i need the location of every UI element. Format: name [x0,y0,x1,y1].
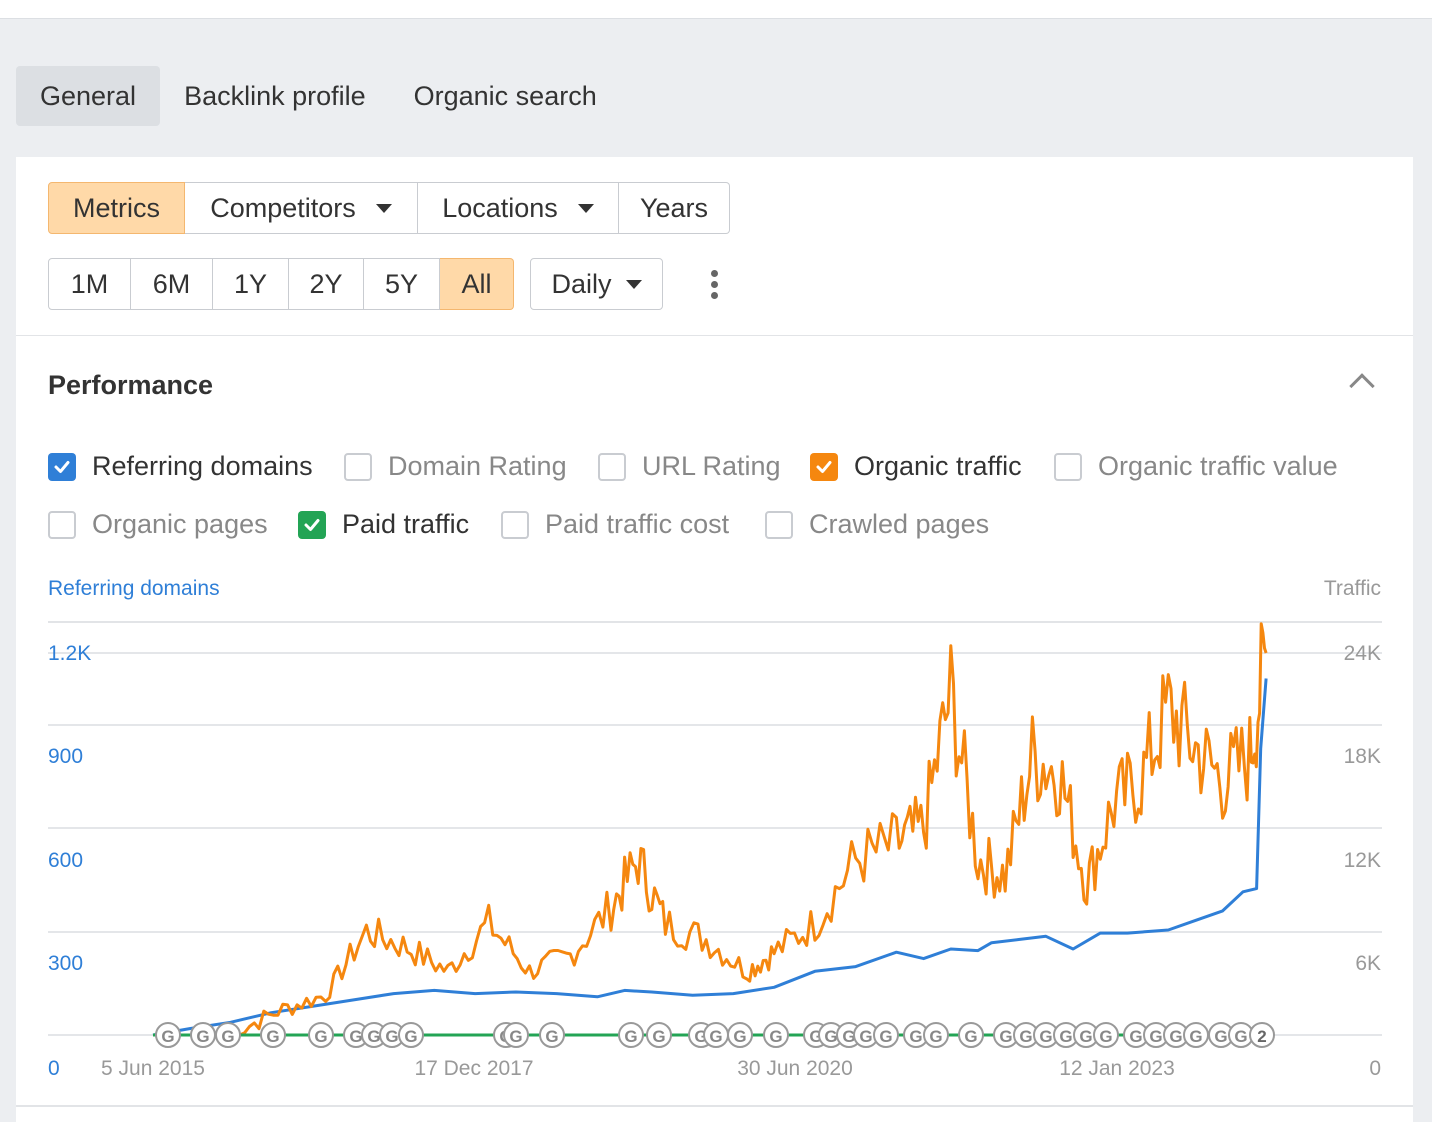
google-update-glyph: G [1019,1027,1032,1046]
google-update-glyph: G [509,1027,522,1046]
google-update-glyph: G [545,1027,558,1046]
performance-chart[interactable]: GGGGGGGGGGGGGGGGGGGGGGGGGGGGGGGGGGGGGG2 … [16,157,1413,1122]
google-update-glyph: G [709,1027,722,1046]
right-tick-label: 24K [1344,642,1381,665]
tab-general[interactable]: General [16,66,161,126]
google-update-glyph: G [1039,1027,1052,1046]
google-update-glyph: G [367,1027,380,1046]
tab-backlink-profile[interactable]: Backlink profile [160,66,390,126]
google-update-marker[interactable]: G [1093,1022,1119,1048]
google-update-marker[interactable]: G [308,1022,334,1048]
google-update-marker[interactable]: G [503,1022,529,1048]
series-organic-traffic-line [229,622,1268,1037]
google-update-glyph: G [624,1027,637,1046]
left-tick-label: 300 [48,952,83,975]
google-update-glyph: G [964,1027,977,1046]
x-tick-label: 30 Jun 2020 [737,1057,853,1080]
google-update-marker[interactable]: G [873,1022,899,1048]
google-update-marker[interactable]: G [155,1022,181,1048]
google-update-glyph: G [1234,1027,1247,1046]
google-update-glyph: G [196,1027,209,1046]
google-update-glyph: G [1079,1027,1092,1046]
x-tick-label: 5 Jun 2015 [101,1057,205,1080]
google-update-glyph: G [859,1027,872,1046]
x-tick-label: 17 Dec 2017 [414,1057,533,1080]
right-tick-label: 12K [1344,849,1381,872]
google-update-glyph: G [769,1027,782,1046]
left-tick-label: 1.2K [48,642,91,665]
google-update-marker[interactable]: G [727,1022,753,1048]
google-update-glyph: G [879,1027,892,1046]
top-strip [0,0,1432,19]
section-tabs: General Backlink profile Organic search [16,66,621,126]
right-tick-label: 0 [1369,1057,1381,1080]
google-update-marker[interactable]: G [1183,1022,1209,1048]
left-tick-label: 600 [48,849,83,872]
update-count-label: 2 [1257,1027,1266,1046]
google-update-glyph: G [999,1027,1012,1046]
google-update-glyph: G [1149,1027,1162,1046]
google-update-glyph: G [385,1027,398,1046]
google-update-glyph: G [824,1027,837,1046]
google-update-marker[interactable]: G [618,1022,644,1048]
google-update-glyph: G [1189,1027,1202,1046]
right-axis-title: Traffic [1324,577,1381,600]
google-update-glyph: G [1129,1027,1142,1046]
google-update-glyph: G [1169,1027,1182,1046]
tab-organic-search[interactable]: Organic search [390,66,621,126]
left-tick-label: 900 [48,745,83,768]
google-update-marker[interactable]: G [260,1022,286,1048]
google-update-glyph: G [314,1027,327,1046]
google-update-marker[interactable]: G [646,1022,672,1048]
right-tick-label: 18K [1344,745,1381,768]
google-update-glyph: G [1059,1027,1072,1046]
google-update-marker[interactable]: G [190,1022,216,1048]
google-update-glyph: G [349,1027,362,1046]
google-update-glyph: G [652,1027,665,1046]
google-update-glyph: G [266,1027,279,1046]
google-update-marker[interactable]: G [763,1022,789,1048]
right-tick-label: 6K [1355,952,1381,975]
overview-panel: Metrics Competitors Locations Years 1M 6… [16,157,1413,1122]
left-tick-label: 0 [48,1057,60,1080]
google-update-glyph: G [1214,1027,1227,1046]
google-update-marker[interactable]: G [923,1022,949,1048]
google-update-glyph: G [1099,1027,1112,1046]
google-update-glyph: G [909,1027,922,1046]
google-update-glyph: G [733,1027,746,1046]
update-count-marker[interactable]: 2 [1249,1022,1275,1048]
google-update-marker[interactable]: G [703,1022,729,1048]
x-tick-label: 12 Jan 2023 [1059,1057,1175,1080]
google-update-glyph: G [161,1027,174,1046]
google-update-glyph: G [929,1027,942,1046]
google-update-glyph: G [221,1027,234,1046]
google-update-marker[interactable]: G [215,1022,241,1048]
google-update-marker[interactable]: G [539,1022,565,1048]
google-update-marker[interactable]: G [398,1022,424,1048]
google-update-glyph: G [404,1027,417,1046]
left-axis-title: Referring domains [48,577,220,600]
google-update-marker[interactable]: G [958,1022,984,1048]
panel-bottom-divider [16,1105,1413,1107]
